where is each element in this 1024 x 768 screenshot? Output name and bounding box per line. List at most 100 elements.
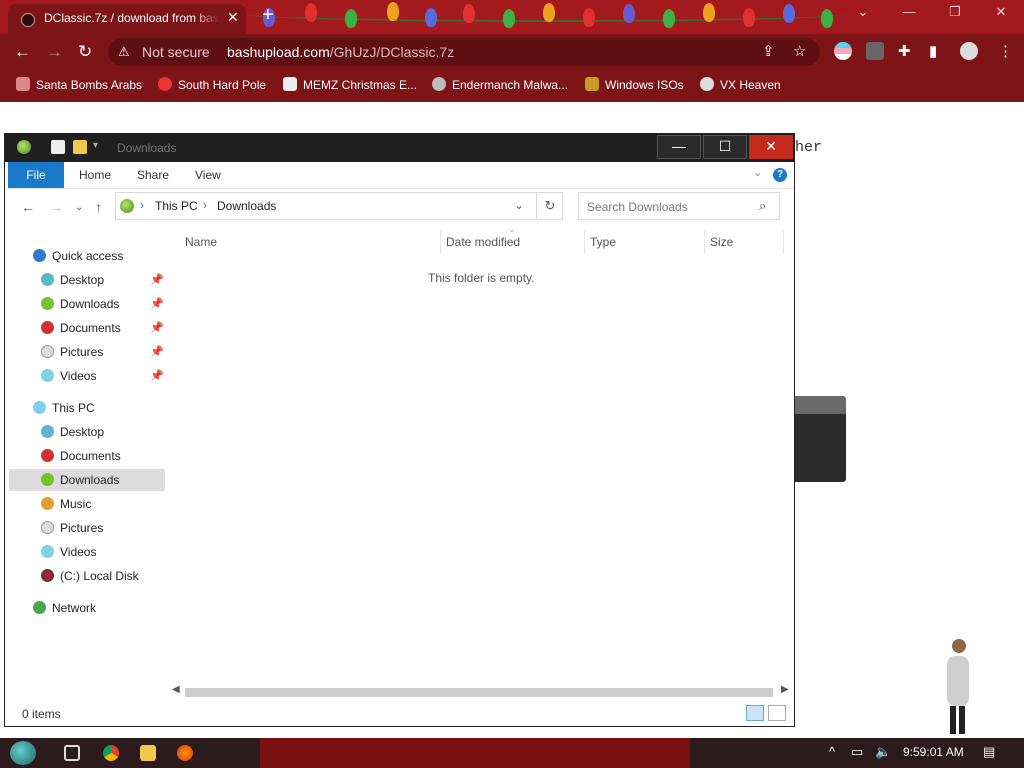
volume-icon[interactable]: 🔈 [875,744,891,760]
network-tray-icon[interactable]: ▭ [851,744,863,760]
nav-qa-pictures[interactable]: Pictures [41,341,103,363]
nav-this-pc[interactable]: This PC [33,397,95,419]
nav-quick-access[interactable]: Quick access [33,245,123,267]
bookmark-item[interactable]: VX Heaven [700,77,781,92]
bookmark-favicon-icon [16,77,30,91]
search-input[interactable] [579,193,759,221]
column-header-type[interactable]: Type [590,235,616,249]
tab-view[interactable]: View [195,168,221,182]
file-explorer-taskbar-icon[interactable] [140,745,156,761]
refresh-icon[interactable]: ↻ [536,193,563,219]
security-status[interactable]: Not secure [142,44,210,60]
tab-close-icon[interactable]: ✕ [227,9,239,26]
bookmark-star-icon[interactable]: ☆ [793,42,806,60]
search-icon[interactable]: ⌕ [759,198,766,214]
extension-flag-icon[interactable] [834,42,852,60]
show-hidden-icons-chevron-icon[interactable]: ^ [829,744,835,759]
properties-icon[interactable] [51,140,65,154]
share-icon[interactable]: ⇪ [762,42,775,60]
explorer-address-bar[interactable]: › This PC › Downloads ⌄ ↻ [115,192,563,220]
pin-icon[interactable]: 📌 [150,345,164,358]
pin-icon[interactable]: 📌 [150,369,164,382]
bookmark-item[interactable]: Windows ISOs [585,77,684,92]
nav-pc-local-disk[interactable]: (C:) Local Disk [41,565,139,587]
nav-network[interactable]: Network [33,597,96,619]
tab-home[interactable]: Home [79,168,111,182]
details-view-icon[interactable] [746,705,764,721]
reload-icon[interactable]: ↻ [78,42,92,62]
customize-toolbar-chevron-icon[interactable]: ▾ [93,140,98,151]
horizontal-scrollbar[interactable]: ◀ ▶ [169,684,791,699]
up-one-level-icon[interactable]: ↑ [95,199,102,215]
browser-menu-icon[interactable]: ⋮ [998,42,1013,60]
profile-avatar-icon[interactable] [960,42,978,60]
recent-locations-chevron-icon[interactable]: ⌄ [75,202,83,213]
bookmark-item[interactable]: MEMZ Christmas E... [283,77,417,92]
pin-icon[interactable]: 📌 [150,297,164,310]
tab-file[interactable]: File [8,162,64,188]
nav-pc-pictures[interactable]: Pictures [41,517,103,539]
nav-pc-desktop[interactable]: Desktop [41,421,104,443]
large-icons-view-icon[interactable] [768,705,786,721]
nav-qa-documents[interactable]: Documents [41,317,121,339]
breadcrumb-separator-icon[interactable]: › [203,198,207,212]
nav-qa-desktop[interactable]: Desktop [41,269,104,291]
column-divider[interactable] [584,230,585,254]
nav-qa-videos[interactable]: Videos [41,365,96,387]
explorer-back-icon[interactable]: ← [21,199,35,215]
forward-arrow-icon[interactable]: → [46,42,63,62]
search-box[interactable]: ⌕ [578,192,780,221]
start-button[interactable] [10,741,36,765]
column-header-name[interactable]: Name [185,235,217,249]
chrome-icon[interactable] [103,745,119,761]
side-panel-icon[interactable]: ▮ [929,42,937,60]
new-tab-icon[interactable]: + [262,4,274,27]
expand-ribbon-chevron-icon[interactable]: ⌄ [753,166,762,179]
explorer-forward-icon[interactable]: → [49,199,63,215]
firefox-icon[interactable] [177,745,193,761]
task-view-icon[interactable] [64,745,80,761]
address-dropdown-icon[interactable]: ⌄ [514,198,524,212]
active-tab[interactable]: DClassic.7z / download from bashupload.c… [8,4,246,34]
column-divider[interactable] [440,230,441,254]
address-bar[interactable]: ⚠ Not secure bashupload.com/GhUzJ/DClass… [108,38,820,66]
column-divider[interactable] [704,230,705,254]
nav-qa-downloads[interactable]: Downloads [41,293,119,315]
browser-restore-icon[interactable]: ❐ [935,4,975,20]
scroll-right-icon[interactable]: ▶ [781,684,789,695]
back-arrow-icon[interactable]: ← [14,42,31,62]
help-icon[interactable]: ? [773,168,787,182]
nav-pc-documents[interactable]: Documents [41,445,121,467]
notifications-icon[interactable]: ▤ [983,744,995,760]
column-divider[interactable] [783,230,784,254]
bookmark-item[interactable]: Endermanch Malwa... [432,77,568,92]
breadcrumb-downloads[interactable]: Downloads [217,199,276,213]
pin-icon[interactable]: 📌 [150,273,164,286]
taskbar-clock[interactable]: 9:59:01 AM [903,745,964,759]
explorer-close-button[interactable]: ✕ [749,135,793,159]
breadcrumb-separator-icon[interactable]: › [140,198,144,212]
tab-share[interactable]: Share [137,168,169,182]
extension-s-icon[interactable] [866,42,884,60]
scrollbar-thumb[interactable] [185,688,773,697]
bookmark-item[interactable]: Santa Bombs Arabs [16,77,142,92]
explorer-minimize-button[interactable]: — [657,135,701,159]
breadcrumb-this-pc[interactable]: This PC [155,199,198,213]
explorer-title-bar[interactable]: ▾ Downloads — ☐ ✕ [5,134,794,162]
bookmark-item[interactable]: South Hard Pole [158,77,266,92]
browser-minimize-icon[interactable]: — [889,4,929,19]
new-folder-icon[interactable] [73,140,87,154]
nav-pc-downloads[interactable]: Downloads [9,469,165,491]
scroll-left-icon[interactable]: ◀ [172,684,180,695]
tab-search-chevron-icon[interactable]: ⌄ [843,4,883,20]
extensions-puzzle-icon[interactable]: ✚ [898,42,911,60]
nav-pc-videos[interactable]: Videos [41,541,96,563]
column-header-date-modified[interactable]: Date modified [446,235,520,249]
explorer-maximize-button[interactable]: ☐ [703,135,747,159]
pin-icon[interactable]: 📌 [150,321,164,334]
nav-pc-music[interactable]: Music [41,493,91,515]
column-header-size[interactable]: Size [710,235,733,249]
browser-close-icon[interactable]: ✕ [981,4,1021,20]
url-text[interactable]: bashupload.com/GhUzJ/DClassic.7z [227,44,454,60]
not-secure-warning-icon[interactable]: ⚠ [118,44,130,60]
